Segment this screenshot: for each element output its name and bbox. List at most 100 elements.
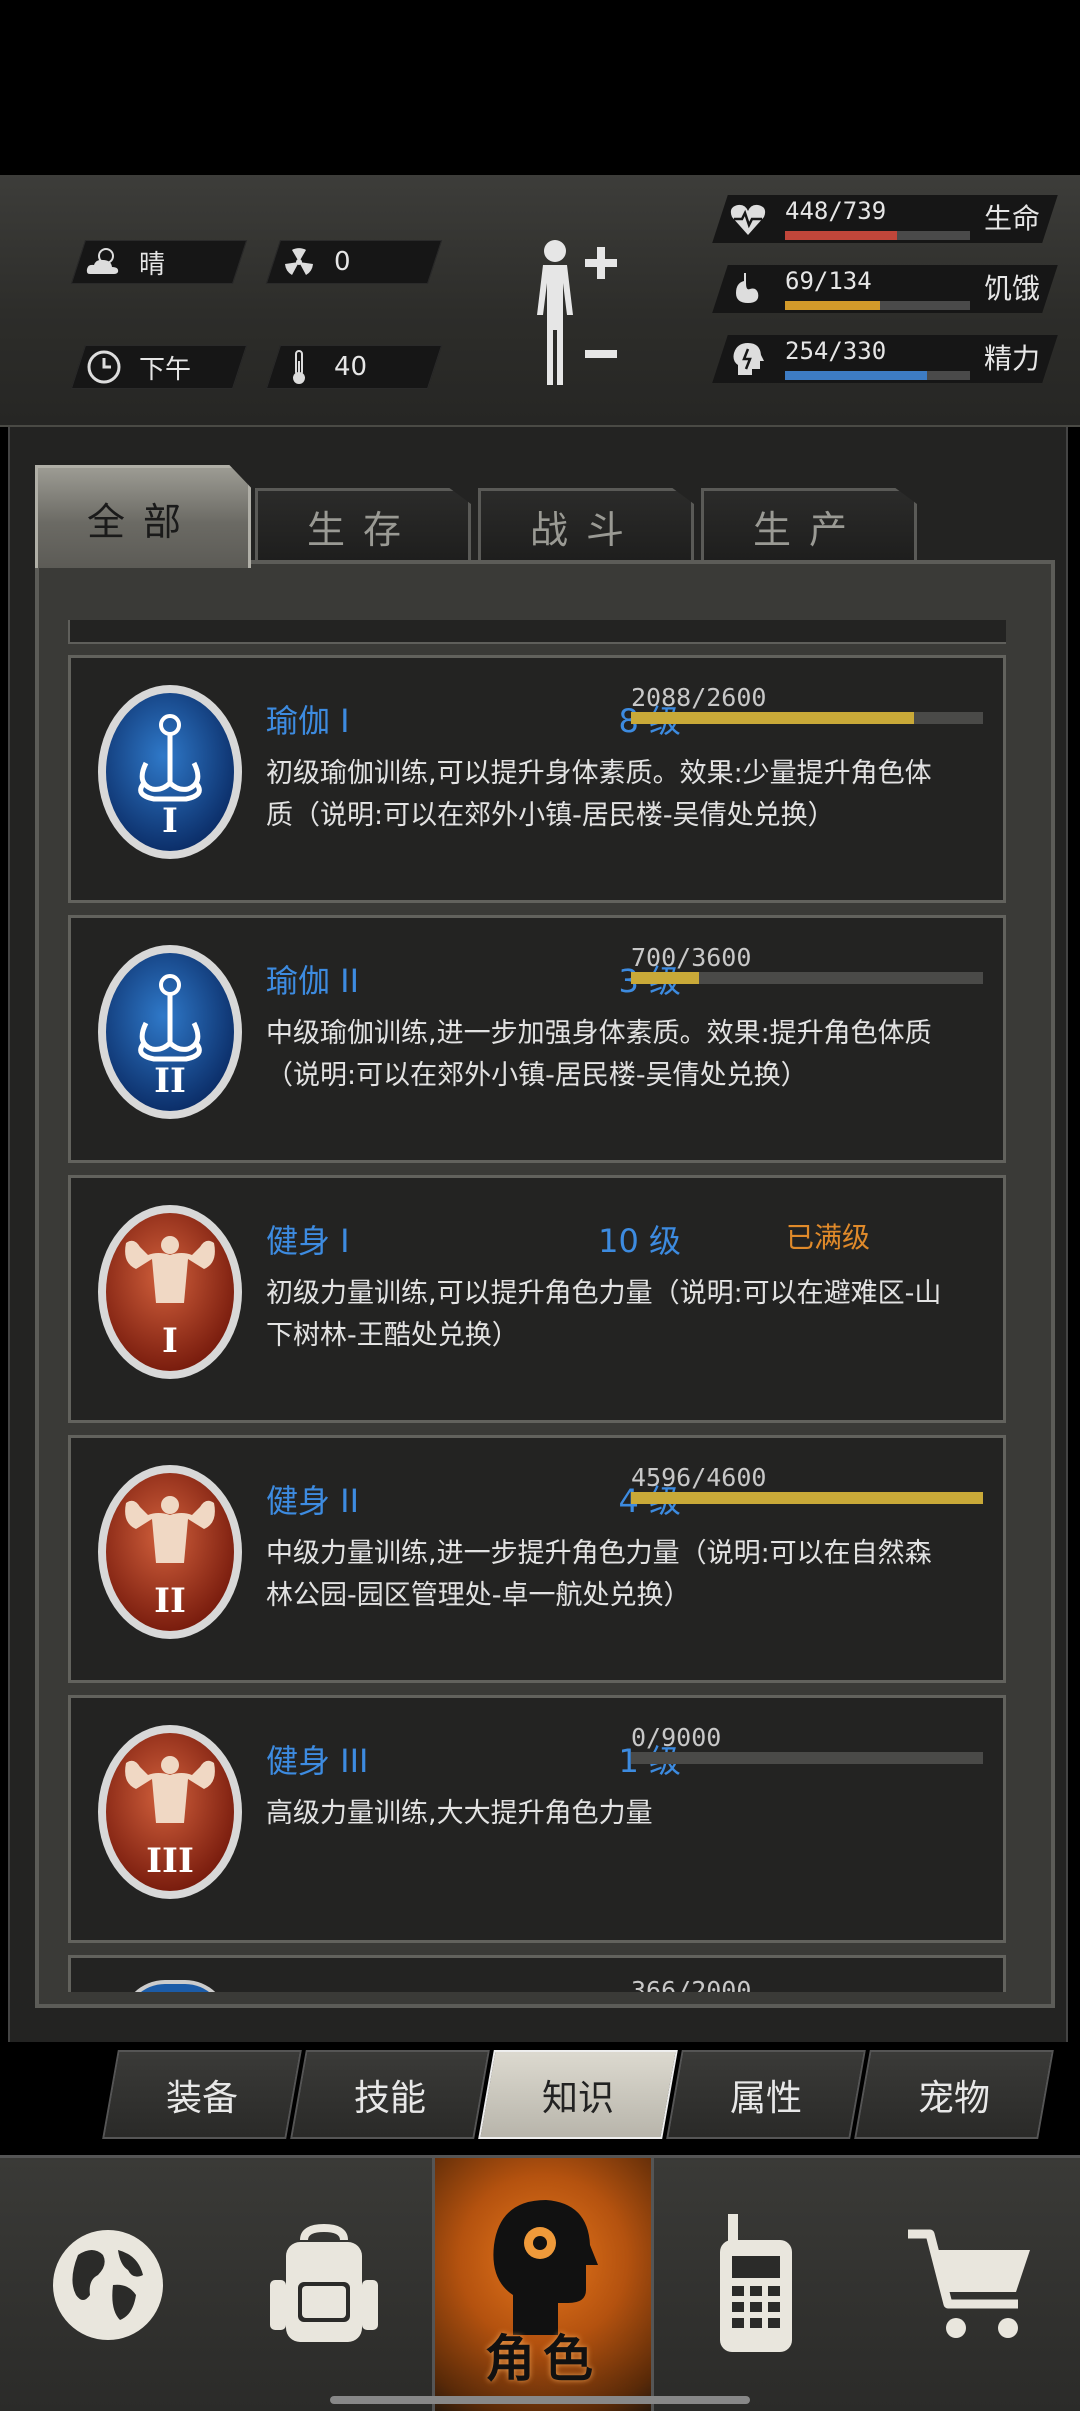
- subtab-skills[interactable]: 技能: [290, 2050, 490, 2139]
- energy-label: 精力: [983, 342, 1040, 375]
- skill-list[interactable]: I 瑜伽 I 8 级 2088/2600 初级瑜伽训练,可以提升身体素质。效果:…: [68, 620, 1006, 1992]
- skill-progress: 0/9000: [631, 1723, 991, 1764]
- medal-numeral: II: [154, 1061, 186, 1101]
- character-subtabs: 装备 技能 知识 属性 宠物: [102, 2050, 1060, 2139]
- skill-card-yoga-2[interactable]: II 瑜伽 II 3 级 700/3600 中级瑜伽训练,进一步加强身体素质。效…: [68, 915, 1006, 1163]
- subtab-label: 技能: [353, 2077, 426, 2119]
- skill-level: 10 级: [598, 1222, 681, 1260]
- hunger-value: 69/134: [785, 267, 872, 295]
- skill-progress: 4596/4600: [631, 1463, 991, 1504]
- progress-text: 366/2000: [631, 1976, 752, 1992]
- medal-numeral: I: [162, 801, 178, 841]
- subtab-knowledge[interactable]: 知识: [478, 2050, 678, 2139]
- nav-radio[interactable]: [648, 2158, 864, 2411]
- skill-title: 瑜伽 I: [266, 702, 350, 740]
- fitness-medal-icon: I: [96, 1203, 244, 1381]
- nav-character[interactable]: 角色: [432, 2158, 654, 2411]
- subtab-label: 属性: [729, 2077, 802, 2119]
- skill-progress: 700/3600: [631, 943, 991, 984]
- tab-production[interactable]: 生产: [701, 488, 917, 561]
- nav-active-label: 角色: [485, 2330, 601, 2388]
- fitness-medal-icon: II: [96, 1463, 244, 1641]
- skill-description: 初级瑜伽训练,可以提升身体素质。效果:少量提升角色体质（说明:可以在郊外小镇-居…: [266, 758, 932, 831]
- subtab-label: 装备: [165, 2077, 238, 2119]
- weather-chip: 晴: [70, 240, 248, 284]
- health-bar: [785, 231, 898, 240]
- progress-text: 2088/2600: [631, 683, 767, 712]
- skill-progress: 2088/2600: [631, 683, 991, 724]
- medal-numeral: I: [162, 1321, 178, 1361]
- energy-bar: [785, 371, 928, 380]
- yoga-medal-icon: I: [96, 683, 244, 861]
- clock-icon: [79, 346, 129, 388]
- backpack-icon: [270, 2223, 378, 2342]
- list-top-edge: [68, 620, 1006, 644]
- bottom-navigation: 角色: [0, 2155, 1080, 2411]
- skill-title: 健身 III: [266, 1742, 369, 1780]
- medal-partial-icon: [121, 1980, 229, 1992]
- status-header: 晴 0 下午 40 448/739 生命 69/134 饥饿 254/330 精…: [0, 175, 1080, 427]
- radiation-value: 0: [334, 247, 351, 277]
- skill-card-fitness-3[interactable]: III 健身 III 1 级 0/9000 高级力量训练,大大提升角色力量: [68, 1695, 1006, 1943]
- head-icon: [733, 343, 764, 375]
- skill-description: 中级力量训练,进一步提升角色力量（说明:可以在自然森林公园-园区管理处-卓一航处…: [266, 1538, 932, 1611]
- walkie-talkie-icon: [720, 2213, 792, 2352]
- thermometer-icon: [274, 346, 324, 388]
- tab-combat[interactable]: 战斗: [478, 488, 694, 561]
- subtab-label: 宠物: [917, 2077, 990, 2119]
- subtab-pets[interactable]: 宠物: [854, 2050, 1054, 2139]
- skill-title: 瑜伽 II: [266, 962, 360, 1000]
- radiation-icon: [274, 241, 324, 283]
- time-chip: 下午: [70, 345, 248, 389]
- skill-title: 健身 II: [266, 1482, 360, 1520]
- tab-survival[interactable]: 生存: [255, 488, 471, 561]
- skill-card-partial[interactable]: 366/2000: [68, 1955, 1006, 1992]
- energy-stat: 254/330 精力: [712, 335, 1060, 385]
- fitness-medal-icon: III: [96, 1723, 244, 1901]
- hunger-label: 饥饿: [983, 272, 1040, 305]
- skill-card-fitness-2[interactable]: II 健身 II 4 级 4596/4600 中级力量训练,进一步提升角色力量（…: [68, 1435, 1006, 1683]
- time-text: 下午: [139, 354, 192, 385]
- home-indicator: [330, 2396, 750, 2404]
- cart-icon: [908, 2229, 1030, 2338]
- medal-numeral: III: [146, 1841, 194, 1881]
- status-bar-area: [0, 0, 1080, 175]
- subtab-label: 知识: [541, 2077, 614, 2119]
- progress-bar: [631, 712, 914, 724]
- skill-card-fitness-1[interactable]: I 健身 I 10 级 已满级 初级力量训练,可以提升角色力量（说明:可以在避难…: [68, 1175, 1006, 1423]
- health-stat: 448/739 生命: [712, 195, 1060, 245]
- progress-text: 700/3600: [631, 943, 752, 972]
- health-label: 生命: [983, 202, 1040, 235]
- medal-numeral: II: [154, 1581, 186, 1621]
- temperature-chip: 40: [265, 345, 443, 389]
- skill-description: 初级力量训练,可以提升角色力量（说明:可以在避难区-山下树林-王酷处兑换）: [266, 1278, 942, 1351]
- nav-backpack[interactable]: [216, 2158, 432, 2411]
- nav-shop[interactable]: [864, 2158, 1080, 2411]
- energy-value: 254/330: [785, 337, 887, 365]
- progress-text: 0/9000: [631, 1723, 722, 1752]
- skill-description: 中级瑜伽训练,进一步加强身体素质。效果:提升角色体质（说明:可以在郊外小镇-居民…: [266, 1018, 932, 1091]
- skill-card-yoga-1[interactable]: I 瑜伽 I 8 级 2088/2600 初级瑜伽训练,可以提升身体素质。效果:…: [68, 655, 1006, 903]
- max-level-badge: 已满级: [786, 1221, 871, 1254]
- temperature-value: 40: [334, 352, 368, 382]
- skill-title: 健身 I: [266, 1222, 350, 1260]
- progress-bar: [631, 972, 700, 984]
- weather-text: 晴: [139, 249, 166, 280]
- stomach-icon: [736, 273, 759, 303]
- subtab-equipment[interactable]: 装备: [102, 2050, 302, 2139]
- globe-icon: [53, 2229, 163, 2340]
- yoga-medal-icon: II: [96, 943, 244, 1121]
- progress-text: 4596/4600: [631, 1463, 767, 1492]
- body-status-icon[interactable]: [525, 235, 625, 395]
- nav-world[interactable]: [0, 2158, 216, 2411]
- tab-all[interactable]: 全部: [35, 465, 251, 568]
- progress-bar: [631, 1492, 983, 1504]
- skill-description: 高级力量训练,大大提升角色力量: [266, 1798, 653, 1829]
- radiation-chip: 0: [265, 240, 443, 284]
- cloud-sun-icon: [79, 241, 129, 283]
- hunger-stat: 69/134 饥饿: [712, 265, 1060, 315]
- health-value: 448/739: [785, 197, 887, 225]
- heart-icon: [730, 204, 766, 235]
- subtab-attributes[interactable]: 属性: [666, 2050, 866, 2139]
- hunger-bar: [785, 301, 881, 310]
